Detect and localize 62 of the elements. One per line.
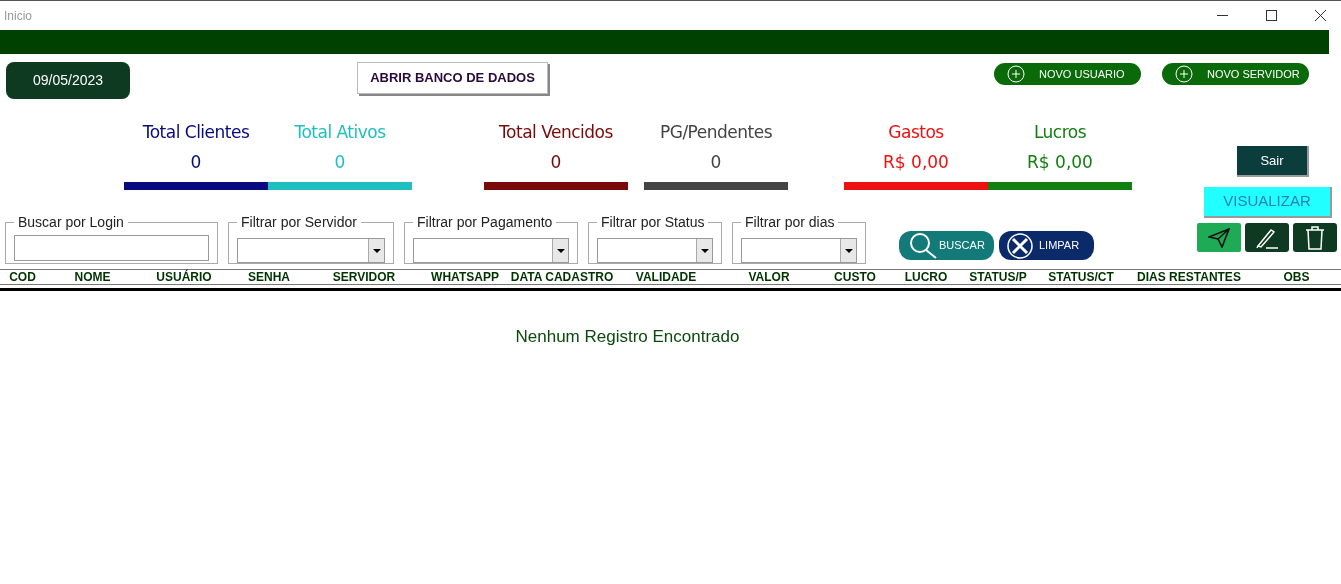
column-header: DATA CADASTRO — [510, 270, 614, 284]
clear-button[interactable]: LIMPAR — [999, 231, 1094, 260]
stat-value: 0 — [190, 152, 202, 172]
stat-label: PG/Pendentes — [659, 122, 772, 142]
view-button[interactable]: VISUALIZAR — [1204, 187, 1332, 218]
search-icon — [909, 232, 937, 259]
search-button[interactable]: BUSCAR — [899, 231, 994, 260]
filter-label: Filtrar por Pagamento — [416, 214, 554, 230]
maximize-icon[interactable] — [1266, 10, 1277, 21]
dropdown-arrow-icon — [700, 248, 709, 253]
exit-button[interactable]: Sair — [1237, 146, 1309, 177]
column-header: DIAS RESTANTES — [1137, 270, 1241, 284]
column-header: COD — [9, 270, 36, 284]
filter-label: Filtrar por Servidor — [240, 214, 358, 230]
paper-plane-icon — [1208, 227, 1230, 248]
filter-label: Filtrar por Status — [600, 214, 706, 230]
stat-label: Lucros — [1033, 122, 1087, 142]
stat-label: Gastos — [888, 122, 944, 142]
plus-circle-icon — [1007, 65, 1025, 83]
filter-label: Filtrar por dias — [744, 214, 836, 230]
stat-value: 0 — [334, 152, 346, 172]
stat-label: Total Ativos — [294, 122, 386, 142]
filter-dropdown[interactable] — [237, 238, 385, 263]
window-title: Inicio — [4, 7, 32, 25]
stat-value: R$ 0,00 — [883, 152, 949, 172]
column-header: WHATSAPP — [431, 270, 499, 284]
stat-value: 0 — [710, 152, 722, 172]
login-field[interactable] — [14, 235, 209, 261]
new-item-button[interactable]: NOVO SERVIDOR — [1162, 63, 1309, 85]
date-display: 09/05/2023 — [6, 62, 130, 99]
stat-label: Total Clientes — [142, 122, 250, 142]
filter-dropdown[interactable] — [741, 238, 857, 263]
column-header: LUCRO — [904, 270, 948, 284]
column-header: CUSTO — [834, 270, 876, 284]
column-header: USUÁRIO — [156, 270, 212, 284]
column-header: OBS — [1283, 270, 1310, 284]
trash-icon — [1305, 225, 1325, 250]
empty-message: Nenhum Registro Encontrado — [515, 326, 740, 348]
filter-label: Buscar por Login — [17, 214, 125, 230]
edit-button[interactable] — [1245, 223, 1289, 252]
close-icon[interactable] — [1315, 10, 1326, 21]
stat-value: 0 — [550, 152, 562, 172]
filter-dropdown[interactable] — [597, 238, 713, 263]
column-header: VALOR — [748, 270, 790, 284]
dropdown-arrow-icon — [844, 248, 853, 253]
stat-value: R$ 0,00 — [1027, 152, 1093, 172]
column-header: STATUS/P — [969, 270, 1027, 284]
open-database-button[interactable]: ABRIR BANCO DE DADOS — [357, 62, 548, 94]
stat-label: Total Vencidos — [499, 122, 613, 142]
new-item-button[interactable]: NOVO USUARIO — [994, 63, 1141, 85]
column-header: STATUS/CT — [1048, 270, 1114, 284]
column-header: VALIDADE — [635, 270, 697, 284]
column-header: SERVIDOR — [332, 270, 396, 284]
delete-button[interactable] — [1293, 223, 1337, 252]
column-header: NOME — [74, 270, 111, 284]
column-header: SENHA — [248, 270, 290, 284]
pencil-icon — [1254, 226, 1280, 249]
dropdown-arrow-icon — [556, 248, 565, 253]
send-button[interactable] — [1197, 223, 1241, 252]
plus-circle-icon — [1175, 65, 1193, 83]
filter-dropdown[interactable] — [413, 238, 569, 263]
dropdown-arrow-icon — [372, 248, 381, 253]
